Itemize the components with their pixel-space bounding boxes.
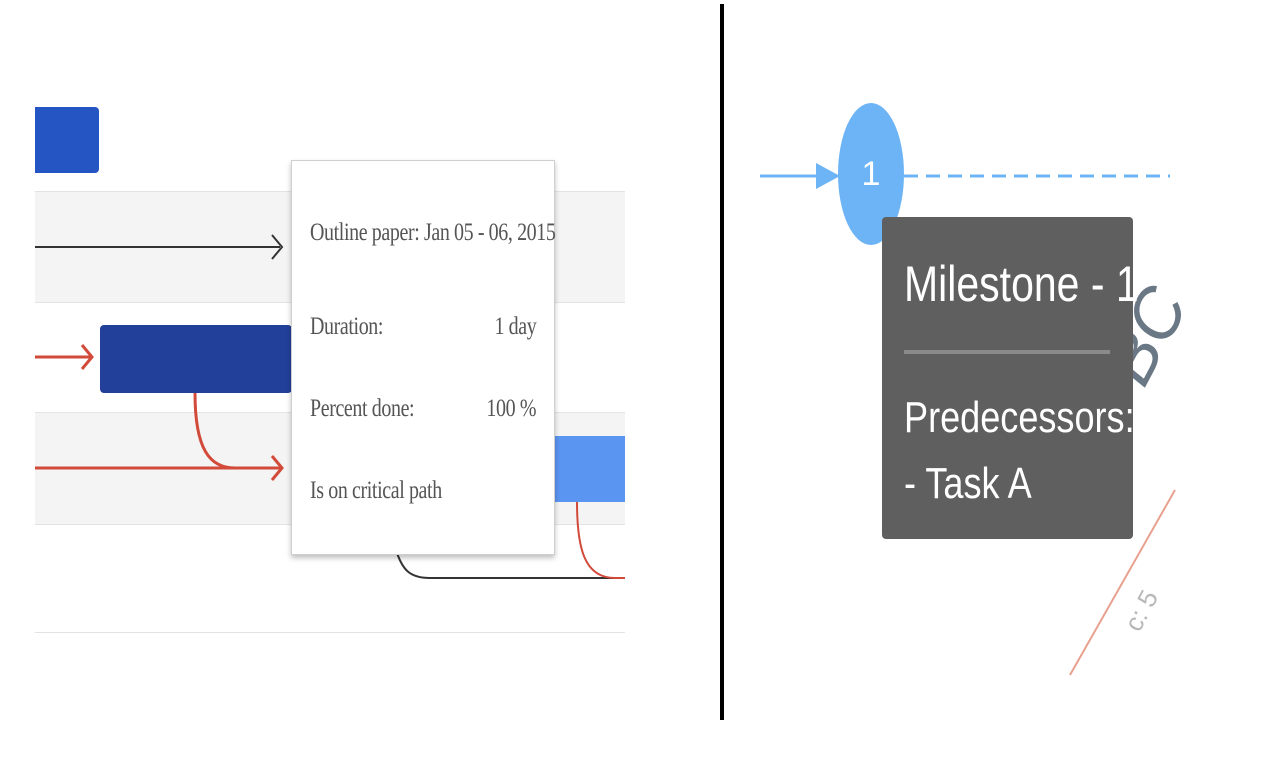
dependency-arrow — [35, 234, 284, 260]
tooltip-duration-row: Duration: 1 day — [310, 313, 536, 341]
milestone-incoming-arrow — [760, 163, 840, 189]
tooltip-critical-row: Is on critical path — [310, 477, 536, 505]
percent-done-label: Percent done: — [310, 395, 415, 422]
milestone-tooltip-title: Milestone - 1 — [904, 256, 1139, 312]
milestone-panel: 1 Task BC c: 5 Milestone - 1 Predecessor… — [740, 0, 1280, 774]
milestone-tooltip: Milestone - 1 Predecessors: - Task A — [882, 217, 1139, 539]
tooltip-divider — [904, 350, 1110, 354]
critical-dependency-arrow — [35, 392, 284, 481]
duration-value: 1 day — [494, 313, 536, 340]
milestone-number: 1 — [861, 154, 881, 193]
task-tooltip: Outline paper: Jan 05 - 06, 2015 Duratio… — [291, 160, 556, 555]
panel-separator — [720, 4, 724, 720]
dependency-line — [396, 552, 625, 579]
percent-done-value: 100 % — [486, 395, 536, 422]
predecessor-item: - Task A — [904, 459, 1032, 508]
tooltip-title: Outline paper: Jan 05 - 06, 2015 — [310, 219, 556, 246]
predecessors-label: Predecessors: — [904, 393, 1135, 442]
tooltip-percent-row: Percent done: 100 % — [310, 395, 536, 423]
critical-dependency-arrow — [35, 344, 94, 370]
duration-label: Duration: — [310, 313, 384, 340]
critical-path-text: Is on critical path — [310, 477, 442, 504]
critical-dependency-line — [576, 501, 625, 579]
